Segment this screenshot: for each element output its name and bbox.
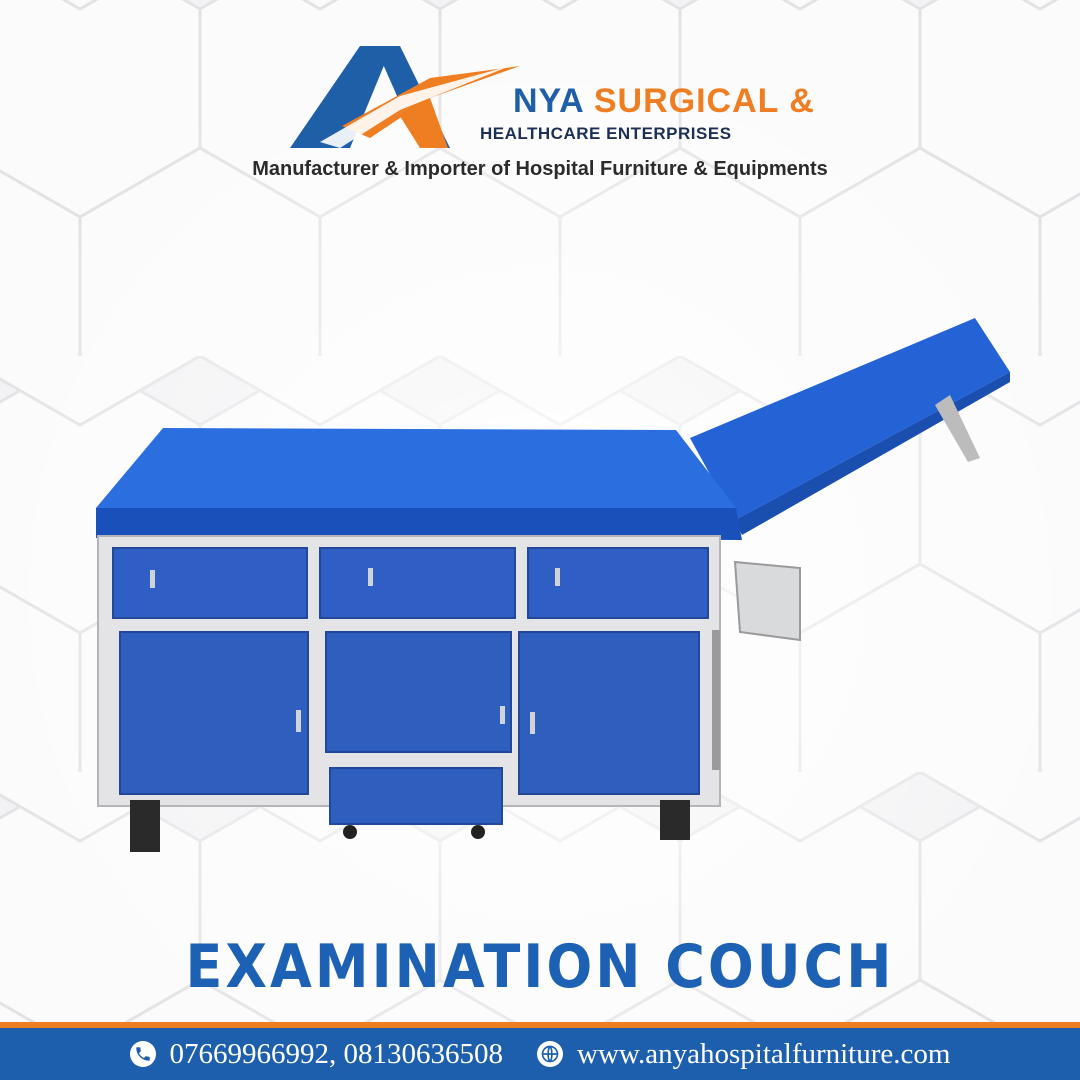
product-title: EXAMINATION COUCH: [185, 931, 895, 1002]
examination-couch-image: [96, 318, 1010, 852]
brand-name-main: NYA: [513, 82, 584, 120]
brand-name: NYA SURGICAL &: [513, 82, 815, 121]
phone-numbers[interactable]: 07669966992, 08130636508: [170, 1038, 504, 1071]
website-link[interactable]: www.anyahospitalfurniture.com: [577, 1038, 950, 1071]
globe-icon: [537, 1041, 564, 1067]
contact-footer: 07669966992, 08130636508 www.anyahospita…: [0, 1022, 1080, 1080]
brand-subtitle: HEALTHCARE ENTERPRISES: [480, 124, 732, 143]
phone-icon: [129, 1041, 156, 1067]
brand-name-rest: SURGICAL &: [583, 82, 815, 120]
tagline: Manufacturer & Importer of Hospital Furn…: [252, 158, 828, 180]
